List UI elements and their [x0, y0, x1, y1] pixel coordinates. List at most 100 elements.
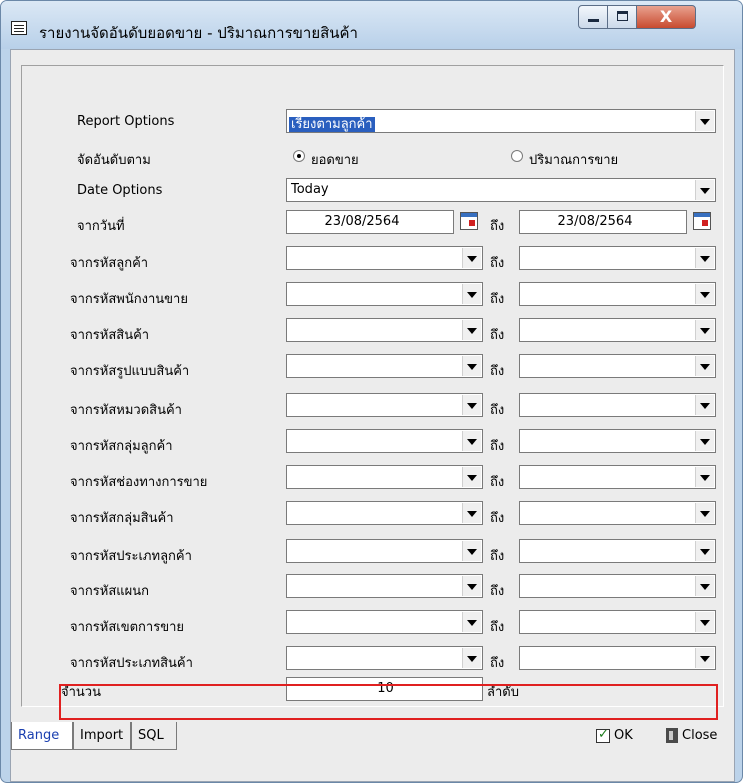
chevron-down-icon[interactable] — [695, 541, 714, 561]
range-label-customer: จากรหัสลูกค้า — [70, 256, 149, 271]
range-from-customer-type[interactable] — [286, 539, 483, 563]
range-from-department[interactable] — [286, 574, 483, 598]
range-to-product-pattern[interactable] — [519, 354, 716, 378]
chevron-down-icon[interactable] — [462, 320, 481, 340]
date-to-label: ถึง — [490, 219, 505, 234]
report-options-label: Report Options — [77, 114, 175, 129]
range-to-sales-channel[interactable] — [519, 465, 716, 489]
range-from-product[interactable] — [286, 318, 483, 342]
range-to-label: ถึง — [490, 439, 505, 454]
chevron-down-icon[interactable] — [695, 576, 714, 596]
chevron-down-icon[interactable] — [695, 111, 714, 131]
chevron-down-icon[interactable] — [462, 467, 481, 487]
chevron-down-icon[interactable] — [695, 467, 714, 487]
range-to-label: ถึง — [490, 584, 505, 599]
highlight-frame — [59, 684, 718, 720]
chevron-down-icon[interactable] — [462, 248, 481, 268]
range-from-salesperson[interactable] — [286, 282, 483, 306]
date-to-value: 23/08/2564 — [557, 214, 633, 229]
minimize-button[interactable] — [578, 5, 608, 29]
tab-sql[interactable]: SQL — [131, 722, 177, 750]
calendar-icon[interactable] — [460, 212, 478, 230]
range-to-product-group[interactable] — [519, 501, 716, 525]
chevron-down-icon[interactable] — [462, 503, 481, 523]
range-label-customer-group: จากรหัสกลุ่มลูกค้า — [70, 439, 173, 454]
date-from-input[interactable]: 23/08/2564 — [286, 210, 454, 234]
range-to-salesperson[interactable] — [519, 282, 716, 306]
date-options-select[interactable]: Today — [286, 178, 716, 202]
range-to-customer-type[interactable] — [519, 539, 716, 563]
chevron-down-icon[interactable] — [695, 431, 714, 451]
close-button-label: Close — [682, 728, 718, 743]
range-to-customer[interactable] — [519, 246, 716, 270]
ok-button-label: OK — [614, 728, 633, 743]
range-label-salesperson: จากรหัสพนักงานขาย — [70, 292, 188, 307]
date-options-value: Today — [291, 182, 329, 197]
range-from-customer[interactable] — [286, 246, 483, 270]
range-to-product-type[interactable] — [519, 646, 716, 670]
rank-by-label: จัดอันดับตาม — [77, 153, 151, 168]
range-label-customer-type: จากรหัสประเภทลูกค้า — [70, 549, 192, 564]
range-to-product-category[interactable] — [519, 393, 716, 417]
chevron-down-icon[interactable] — [462, 284, 481, 304]
report-options-select[interactable]: เรียงตามลูกค้า — [286, 109, 716, 133]
range-to-customer-group[interactable] — [519, 429, 716, 453]
chevron-down-icon[interactable] — [695, 320, 714, 340]
chevron-down-icon[interactable] — [695, 284, 714, 304]
range-from-customer-group[interactable] — [286, 429, 483, 453]
chevron-down-icon[interactable] — [695, 395, 714, 415]
range-to-label: ถึง — [490, 292, 505, 307]
chevron-down-icon[interactable] — [695, 356, 714, 376]
calendar-icon[interactable] — [693, 212, 711, 230]
chevron-down-icon[interactable] — [695, 180, 714, 200]
date-range-label: จากวันที่ — [77, 219, 125, 234]
range-from-product-type[interactable] — [286, 646, 483, 670]
tab-range[interactable]: Range — [11, 722, 73, 750]
range-from-product-group[interactable] — [286, 501, 483, 525]
range-to-product[interactable] — [519, 318, 716, 342]
ok-button[interactable]: OK — [596, 727, 633, 743]
range-to-label: ถึง — [490, 403, 505, 418]
range-to-department[interactable] — [519, 574, 716, 598]
range-from-product-category[interactable] — [286, 393, 483, 417]
range-to-label: ถึง — [490, 511, 505, 526]
radio-sales-label[interactable]: ยอดขาย — [311, 149, 359, 170]
radio-sales[interactable] — [293, 150, 305, 162]
window-menu-icon[interactable] — [11, 21, 27, 35]
range-label-product-group: จากรหัสกลุ่มสินค้า — [70, 511, 174, 526]
range-to-sales-area[interactable] — [519, 610, 716, 634]
chevron-down-icon[interactable] — [695, 648, 714, 668]
chevron-down-icon[interactable] — [695, 503, 714, 523]
chevron-down-icon[interactable] — [462, 356, 481, 376]
chevron-down-icon[interactable] — [462, 395, 481, 415]
close-button[interactable]: Close — [666, 728, 717, 743]
chevron-down-icon[interactable] — [462, 612, 481, 632]
radio-quantity[interactable] — [511, 150, 523, 162]
chevron-down-icon[interactable] — [462, 541, 481, 561]
chevron-down-icon[interactable] — [462, 431, 481, 451]
radio-quantity-label[interactable]: ปริมาณการขาย — [529, 149, 618, 170]
range-to-label: ถึง — [490, 656, 505, 671]
window-close-button[interactable]: X — [636, 5, 696, 29]
range-to-label: ถึง — [490, 364, 505, 379]
range-label-product-type: จากรหัสประเภทสินค้า — [70, 656, 193, 671]
range-to-label: ถึง — [490, 256, 505, 271]
chevron-down-icon[interactable] — [695, 248, 714, 268]
chevron-down-icon[interactable] — [462, 648, 481, 668]
date-to-input[interactable]: 23/08/2564 — [519, 210, 687, 234]
range-to-label: ถึง — [490, 328, 505, 343]
range-from-sales-channel[interactable] — [286, 465, 483, 489]
range-to-label: ถึง — [490, 620, 505, 635]
range-label-product-category: จากรหัสหมวดสินค้า — [70, 403, 182, 418]
chevron-down-icon[interactable] — [462, 576, 481, 596]
tab-import[interactable]: Import — [73, 722, 131, 750]
report-window: รายงานจัดอันดับยอดขาย - ปริมาณการขายสินค… — [0, 0, 743, 783]
range-from-sales-area[interactable] — [286, 610, 483, 634]
range-from-product-pattern[interactable] — [286, 354, 483, 378]
maximize-icon — [617, 11, 628, 21]
chevron-down-icon[interactable] — [695, 612, 714, 632]
maximize-button[interactable] — [607, 5, 637, 29]
range-label-product-pattern: จากรหัสรูปแบบสินค้า — [70, 364, 190, 379]
title-bar[interactable]: รายงานจัดอันดับยอดขาย - ปริมาณการขายสินค… — [1, 1, 742, 49]
close-icon: X — [659, 7, 673, 26]
